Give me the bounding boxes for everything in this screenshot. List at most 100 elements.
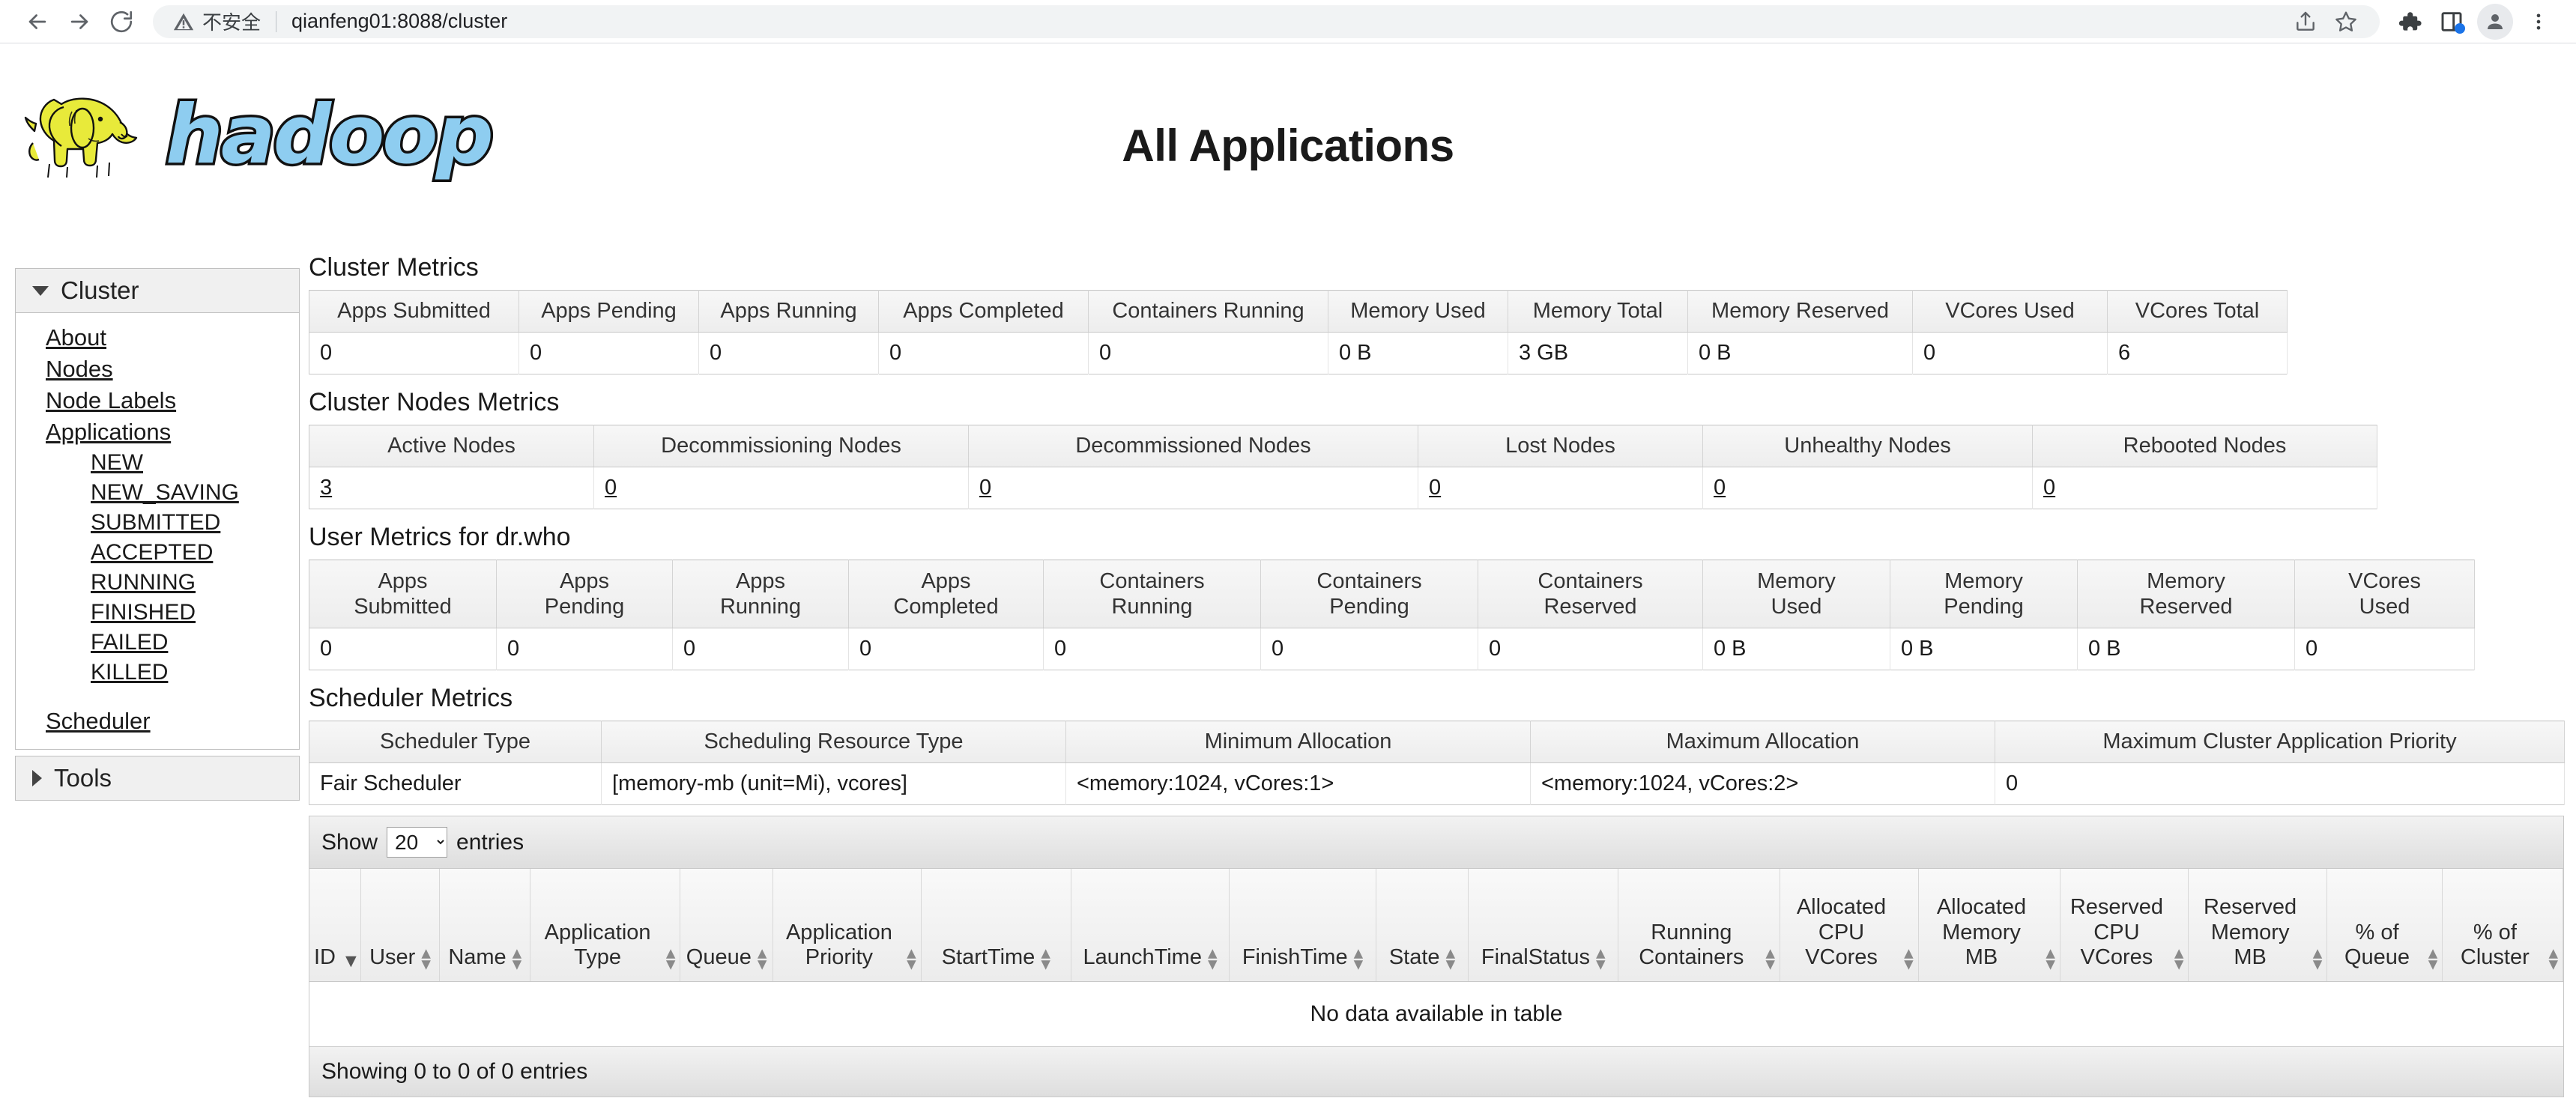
node-metric-header-2: Decommissioned Nodes: [969, 425, 1418, 467]
column-header-label: Allocated Memory MB: [1923, 895, 2040, 971]
user-metric-cell-6: 0: [1478, 628, 1703, 670]
node-metric-cell-2[interactable]: 0: [969, 467, 1418, 509]
bookmark-star-icon[interactable]: [2326, 1, 2366, 42]
node-metric-link-1[interactable]: 0: [605, 476, 617, 500]
table-header-row: Apps SubmittedApps PendingApps RunningAp…: [309, 291, 2288, 333]
cluster-metric-cell-9: 6: [2108, 333, 2288, 374]
reload-button[interactable]: [100, 1, 142, 43]
column-header-label: FinishTime: [1242, 945, 1348, 971]
extensions-puzzle-icon[interactable]: [2389, 1, 2431, 43]
node-metric-cell-3[interactable]: 0: [1418, 467, 1703, 509]
column-header-label: StartTime: [942, 945, 1035, 971]
side-panel-notification-dot: [2455, 23, 2465, 34]
node-metric-cell-1[interactable]: 0: [594, 467, 969, 509]
column-header-content: Queue▴▾: [686, 945, 767, 971]
side-panel-icon[interactable]: [2431, 1, 2473, 43]
cluster-metric-header-1: Apps Pending: [519, 291, 699, 333]
sidebar-item-state-finished[interactable]: FINISHED: [16, 598, 299, 628]
apps-column-header-of-queue[interactable]: % of Queue▴▾: [2327, 869, 2443, 981]
apps-column-header-queue[interactable]: Queue▴▾: [680, 869, 773, 981]
sidebar-item-state-submitted[interactable]: SUBMITTED: [16, 508, 299, 538]
cluster-metric-header-8: VCores Used: [1913, 291, 2108, 333]
sidebar-item-scheduler[interactable]: Scheduler: [16, 706, 299, 737]
scheduler-metric-header-1: Scheduling Resource Type: [602, 721, 1066, 763]
user-metric-header-5: ContainersPending: [1261, 560, 1478, 628]
apps-column-header-state[interactable]: State▴▾: [1376, 869, 1468, 981]
share-icon[interactable]: [2285, 1, 2326, 42]
sidebar-item-state-accepted[interactable]: ACCEPTED: [16, 538, 299, 568]
column-header-content: Name▴▾: [448, 945, 521, 971]
cluster-metric-header-5: Memory Used: [1328, 291, 1508, 333]
node-metric-link-0[interactable]: 3: [320, 476, 332, 500]
apps-column-header-reserved-memory-mb[interactable]: Reserved Memory MB▴▾: [2189, 869, 2327, 981]
column-header-content: Allocated CPU VCores▴▾: [1785, 895, 1914, 971]
user-metric-cell-1: 0: [497, 628, 673, 670]
sidebar-item-state-killed[interactable]: KILLED: [16, 658, 299, 688]
apps-column-header-application-priority[interactable]: Application Priority▴▾: [773, 869, 921, 981]
sidebar-item-applications[interactable]: Applications: [16, 416, 299, 448]
node-metric-cell-4[interactable]: 0: [1703, 467, 2033, 509]
column-header-label: Running Containers: [1623, 921, 1759, 971]
apps-column-header-of-cluster[interactable]: % of Cluster▴▾: [2443, 869, 2563, 981]
sidebar-item-state-new[interactable]: NEW: [16, 448, 299, 478]
apps-column-header-running-containers[interactable]: Running Containers▴▾: [1618, 869, 1780, 981]
node-metric-link-4[interactable]: 0: [1714, 476, 1726, 500]
column-header-label: Reserved CPU VCores: [2065, 895, 2168, 971]
security-status-text: 不安全: [202, 7, 261, 35]
forward-button[interactable]: [58, 1, 100, 43]
apps-column-header-allocated-memory-mb[interactable]: Allocated Memory MB▴▾: [1918, 869, 2060, 981]
column-header-content: ID▼: [314, 945, 360, 971]
user-metric-header-6: ContainersReserved: [1478, 560, 1703, 628]
cluster-metric-header-4: Containers Running: [1089, 291, 1328, 333]
sort-indicator-icon: ▴▾: [666, 947, 676, 971]
sidebar-cluster-header[interactable]: Cluster: [16, 269, 299, 313]
address-bar[interactable]: 不安全 qianfeng01:8088/cluster: [153, 5, 2380, 38]
apps-column-header-finalstatus[interactable]: FinalStatus▴▾: [1469, 869, 1618, 981]
sort-indicator-icon: ▴▾: [758, 947, 767, 971]
scheduler-metric-header-2: Minimum Allocation: [1066, 721, 1531, 763]
sidebar-item-state-running[interactable]: RUNNING: [16, 568, 299, 598]
user-metric-header-7: MemoryUsed: [1703, 560, 1890, 628]
node-metric-link-3[interactable]: 0: [1429, 476, 1441, 500]
back-button[interactable]: [16, 1, 58, 43]
node-metric-cell-0[interactable]: 3: [309, 467, 594, 509]
apps-column-header-application-type[interactable]: Application Type▴▾: [530, 869, 680, 981]
node-metric-cell-5[interactable]: 0: [2033, 467, 2377, 509]
column-header-label: Reserved Memory MB: [2193, 895, 2306, 971]
user-metric-header-10: VCoresUsed: [2295, 560, 2475, 628]
sidebar-item-node-labels[interactable]: Node Labels: [16, 385, 299, 416]
sidebar-item-about[interactable]: About: [16, 322, 299, 354]
node-metric-link-5[interactable]: 0: [2043, 476, 2055, 500]
profile-avatar[interactable]: [2477, 4, 2513, 40]
apps-column-header-name[interactable]: Name▴▾: [440, 869, 530, 981]
apps-column-header-finishtime[interactable]: FinishTime▴▾: [1230, 869, 1376, 981]
apps-column-header-starttime[interactable]: StartTime▴▾: [921, 869, 1071, 981]
column-header-content: % of Cluster▴▾: [2447, 921, 2558, 971]
omnibox-actions: [2285, 1, 2366, 42]
apps-column-header-user[interactable]: User▴▾: [360, 869, 440, 981]
browser-menu-icon[interactable]: [2518, 1, 2560, 43]
column-header-label: Allocated CPU VCores: [1785, 895, 1898, 971]
apps-column-header-allocated-cpu-vcores[interactable]: Allocated CPU VCores▴▾: [1780, 869, 1918, 981]
apps-column-header-reserved-cpu-vcores[interactable]: Reserved CPU VCores▴▾: [2060, 869, 2189, 981]
datatable-info-footer: Showing 0 to 0 of 0 entries: [309, 1047, 2563, 1097]
user-metric-header-1: AppsPending: [497, 560, 673, 628]
user-metric-cell-9: 0 B: [2078, 628, 2295, 670]
applications-datatable: Show 2050100 entries ID▼User▴▾Name▴▾Appl…: [309, 816, 2564, 1097]
scheduler-metric-header-4: Maximum Cluster Application Priority: [1995, 721, 2565, 763]
page-length-select[interactable]: 2050100: [387, 827, 447, 858]
sidebar-section-tools: Tools: [15, 756, 300, 801]
not-secure-warning-icon[interactable]: [172, 10, 195, 33]
apps-column-header-launchtime[interactable]: LaunchTime▴▾: [1071, 869, 1229, 981]
node-metric-link-2[interactable]: 0: [979, 476, 991, 500]
apps-column-header-id[interactable]: ID▼: [309, 869, 360, 981]
sidebar-tools-header[interactable]: Tools: [16, 756, 299, 800]
sidebar-item-state-new-saving[interactable]: NEW_SAVING: [16, 478, 299, 508]
cluster-metric-cell-4: 0: [1089, 333, 1328, 374]
sidebar-item-state-failed[interactable]: FAILED: [16, 628, 299, 658]
main-content: Cluster Metrics Apps SubmittedApps Pendi…: [309, 253, 2576, 1113]
column-header-label: Queue: [686, 945, 752, 971]
sort-indicator-icon: ▴▾: [1765, 947, 1775, 971]
sidebar-item-nodes[interactable]: Nodes: [16, 354, 299, 385]
cluster-metric-header-2: Apps Running: [699, 291, 879, 333]
